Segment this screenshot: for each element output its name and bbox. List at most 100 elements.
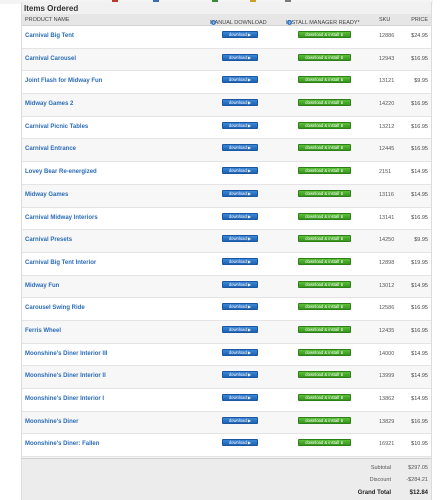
download-install-button[interactable]: download & install ⬇: [298, 439, 351, 447]
download-install-button[interactable]: download & install ⬇: [298, 212, 351, 220]
download-button[interactable]: download ▶: [222, 439, 258, 447]
download-button[interactable]: download ▶: [222, 303, 258, 311]
download-install-button[interactable]: download & install ⬇: [298, 394, 351, 401]
product-name-link[interactable]: Moonshine's Diner Interior I: [25, 396, 104, 402]
product-name-link[interactable]: Carnival Carousel: [25, 56, 76, 62]
download-button[interactable]: download ▶: [222, 189, 258, 197]
sku-value: 16921: [379, 441, 395, 448]
download-install-button[interactable]: download & install ⬇: [298, 348, 351, 356]
table-row: Ferris Wheel download ▶ download & install…: [22, 320, 431, 344]
download-install-button[interactable]: download & install ⬇: [298, 303, 351, 311]
table-row: Carousel Swing Ride download ▶ download & …: [22, 298, 431, 321]
column-header-product: PRODUCT NAME: [25, 17, 70, 23]
grand-total-value: $12.84: [409, 490, 428, 496]
sku-value: 14250: [379, 237, 395, 244]
download-button[interactable]: download ▶: [222, 394, 258, 401]
sku-value: 12445: [379, 146, 395, 153]
price-value: $14.95: [411, 350, 428, 357]
price-value: $9.95: [414, 237, 428, 244]
download-button[interactable]: download ▶: [222, 99, 258, 107]
table-row: Carnival Picnic Tables download ▶ download…: [22, 116, 431, 140]
download-install-button[interactable]: download & install ⬇: [298, 416, 351, 424]
sku-value: 13212: [379, 123, 395, 130]
product-name-link[interactable]: Carousel Swing Ride: [25, 305, 85, 311]
download-button[interactable]: download ▶: [222, 76, 258, 84]
price-value: $14.95: [411, 169, 428, 176]
download-install-button[interactable]: download & install ⬇: [298, 235, 351, 243]
download-install-button[interactable]: download & install ⬇: [298, 76, 351, 84]
download-button[interactable]: download ▶: [222, 416, 258, 424]
price-value: $14.95: [411, 191, 428, 198]
download-button[interactable]: download ▶: [222, 53, 258, 61]
table-row: Joint Flash for Midway Fun download ▶ down…: [22, 71, 431, 95]
price-value: $16.95: [411, 123, 428, 130]
download-button[interactable]: download ▶: [222, 167, 258, 175]
download-button[interactable]: download ▶: [222, 257, 258, 265]
download-button[interactable]: download ▶: [222, 371, 258, 379]
table-row: Carnival Big Tent download ▶ download & in…: [22, 26, 431, 49]
download-install-button[interactable]: download & install ⬇: [298, 121, 351, 129]
product-name-link[interactable]: Moonshine's Diner Interior II: [25, 373, 106, 379]
product-name-link[interactable]: Midway Games: [25, 192, 68, 198]
download-button[interactable]: download ▶: [222, 348, 258, 356]
sku-value: 14220: [379, 101, 395, 108]
download-button[interactable]: download ▶: [222, 144, 258, 152]
download-button[interactable]: download ▶: [222, 212, 258, 220]
order-totals: Subtotal $297.05 Discount -$284.21 Grand…: [22, 458, 431, 500]
product-name-link[interactable]: Carnival Entrance: [25, 146, 76, 152]
product-name-link[interactable]: Moonshine's Diner: Fallen: [25, 441, 99, 447]
download-install-button[interactable]: download & install ⬇: [298, 371, 351, 379]
download-button[interactable]: download ▶: [222, 235, 258, 243]
download-install-button[interactable]: download & install ⬇: [298, 189, 351, 197]
section-title: Items Ordered: [24, 4, 79, 13]
sku-value: 13012: [379, 282, 395, 289]
help-icon[interactable]: ?: [211, 20, 216, 25]
subtotal-label: Subtotal: [370, 465, 391, 471]
sku-value: 14000: [379, 350, 395, 357]
product-name-link[interactable]: Carnival Big Tent Interior: [25, 260, 96, 266]
product-name-link[interactable]: Carnival Big Tent: [25, 33, 74, 39]
page-left-margin: [0, 4, 20, 500]
sku-value: 13829: [379, 418, 395, 425]
download-install-button[interactable]: download & install ⬇: [298, 325, 351, 333]
table-row: Carnival Midway Interiors download ▶ downl…: [22, 207, 431, 231]
table-row: Midway Games 2 download ▶ download & insta…: [22, 94, 431, 117]
sku-value: 12435: [379, 327, 395, 334]
price-value: $14.95: [411, 373, 428, 380]
download-install-button[interactable]: download & install ⬇: [298, 167, 351, 175]
download-button[interactable]: download ▶: [222, 121, 258, 129]
download-install-button[interactable]: download & install ⬇: [298, 144, 351, 152]
product-name-link[interactable]: Carnival Midway Interiors: [25, 215, 98, 221]
download-button[interactable]: download ▶: [222, 325, 258, 333]
table-row: Carnival Carousel download ▶ download & in…: [22, 48, 431, 72]
download-install-button[interactable]: download & install ⬇: [298, 99, 351, 107]
discount-line: Discount -$284.21: [22, 477, 431, 487]
sku-value: 12943: [379, 55, 395, 62]
download-install-button[interactable]: download & install ⬇: [298, 280, 351, 288]
product-name-link[interactable]: Carnival Presets: [25, 237, 72, 243]
price-value: $16.95: [411, 418, 428, 425]
price-value: $16.95: [411, 101, 428, 108]
price-value: $16.95: [411, 305, 428, 312]
product-name-link[interactable]: Joint Flash for Midway Fun: [25, 78, 102, 84]
discount-value: -$284.21: [406, 477, 428, 483]
product-name-link[interactable]: Carnival Picnic Tables: [25, 124, 88, 130]
price-value: $14.95: [411, 282, 428, 289]
help-icon[interactable]: ?: [287, 20, 292, 25]
product-name-link[interactable]: Ferris Wheel: [25, 328, 61, 334]
product-name-link[interactable]: Moonshine's Diner: [25, 419, 78, 425]
download-install-button[interactable]: download & install ⬇: [298, 257, 351, 265]
sku-value: 13116: [379, 191, 394, 198]
download-install-button[interactable]: download & install ⬇: [298, 53, 351, 61]
download-button[interactable]: download ▶: [222, 280, 258, 288]
subtotal-line: Subtotal $297.05: [22, 465, 431, 475]
table-row: Carnival Presets download ▶ download & ins…: [22, 230, 431, 253]
product-name-link[interactable]: Midway Games 2: [25, 101, 73, 107]
product-name-link[interactable]: Moonshine's Diner Interior III: [25, 351, 107, 357]
price-value: $9.95: [414, 78, 428, 85]
product-name-link[interactable]: Lovey Bear Re-energized: [25, 169, 97, 175]
download-install-button[interactable]: download & install ⬇: [298, 31, 351, 38]
product-name-link[interactable]: Midway Fun: [25, 283, 59, 289]
sku-value: 13999: [379, 373, 395, 380]
download-button[interactable]: download ▶: [222, 31, 258, 38]
